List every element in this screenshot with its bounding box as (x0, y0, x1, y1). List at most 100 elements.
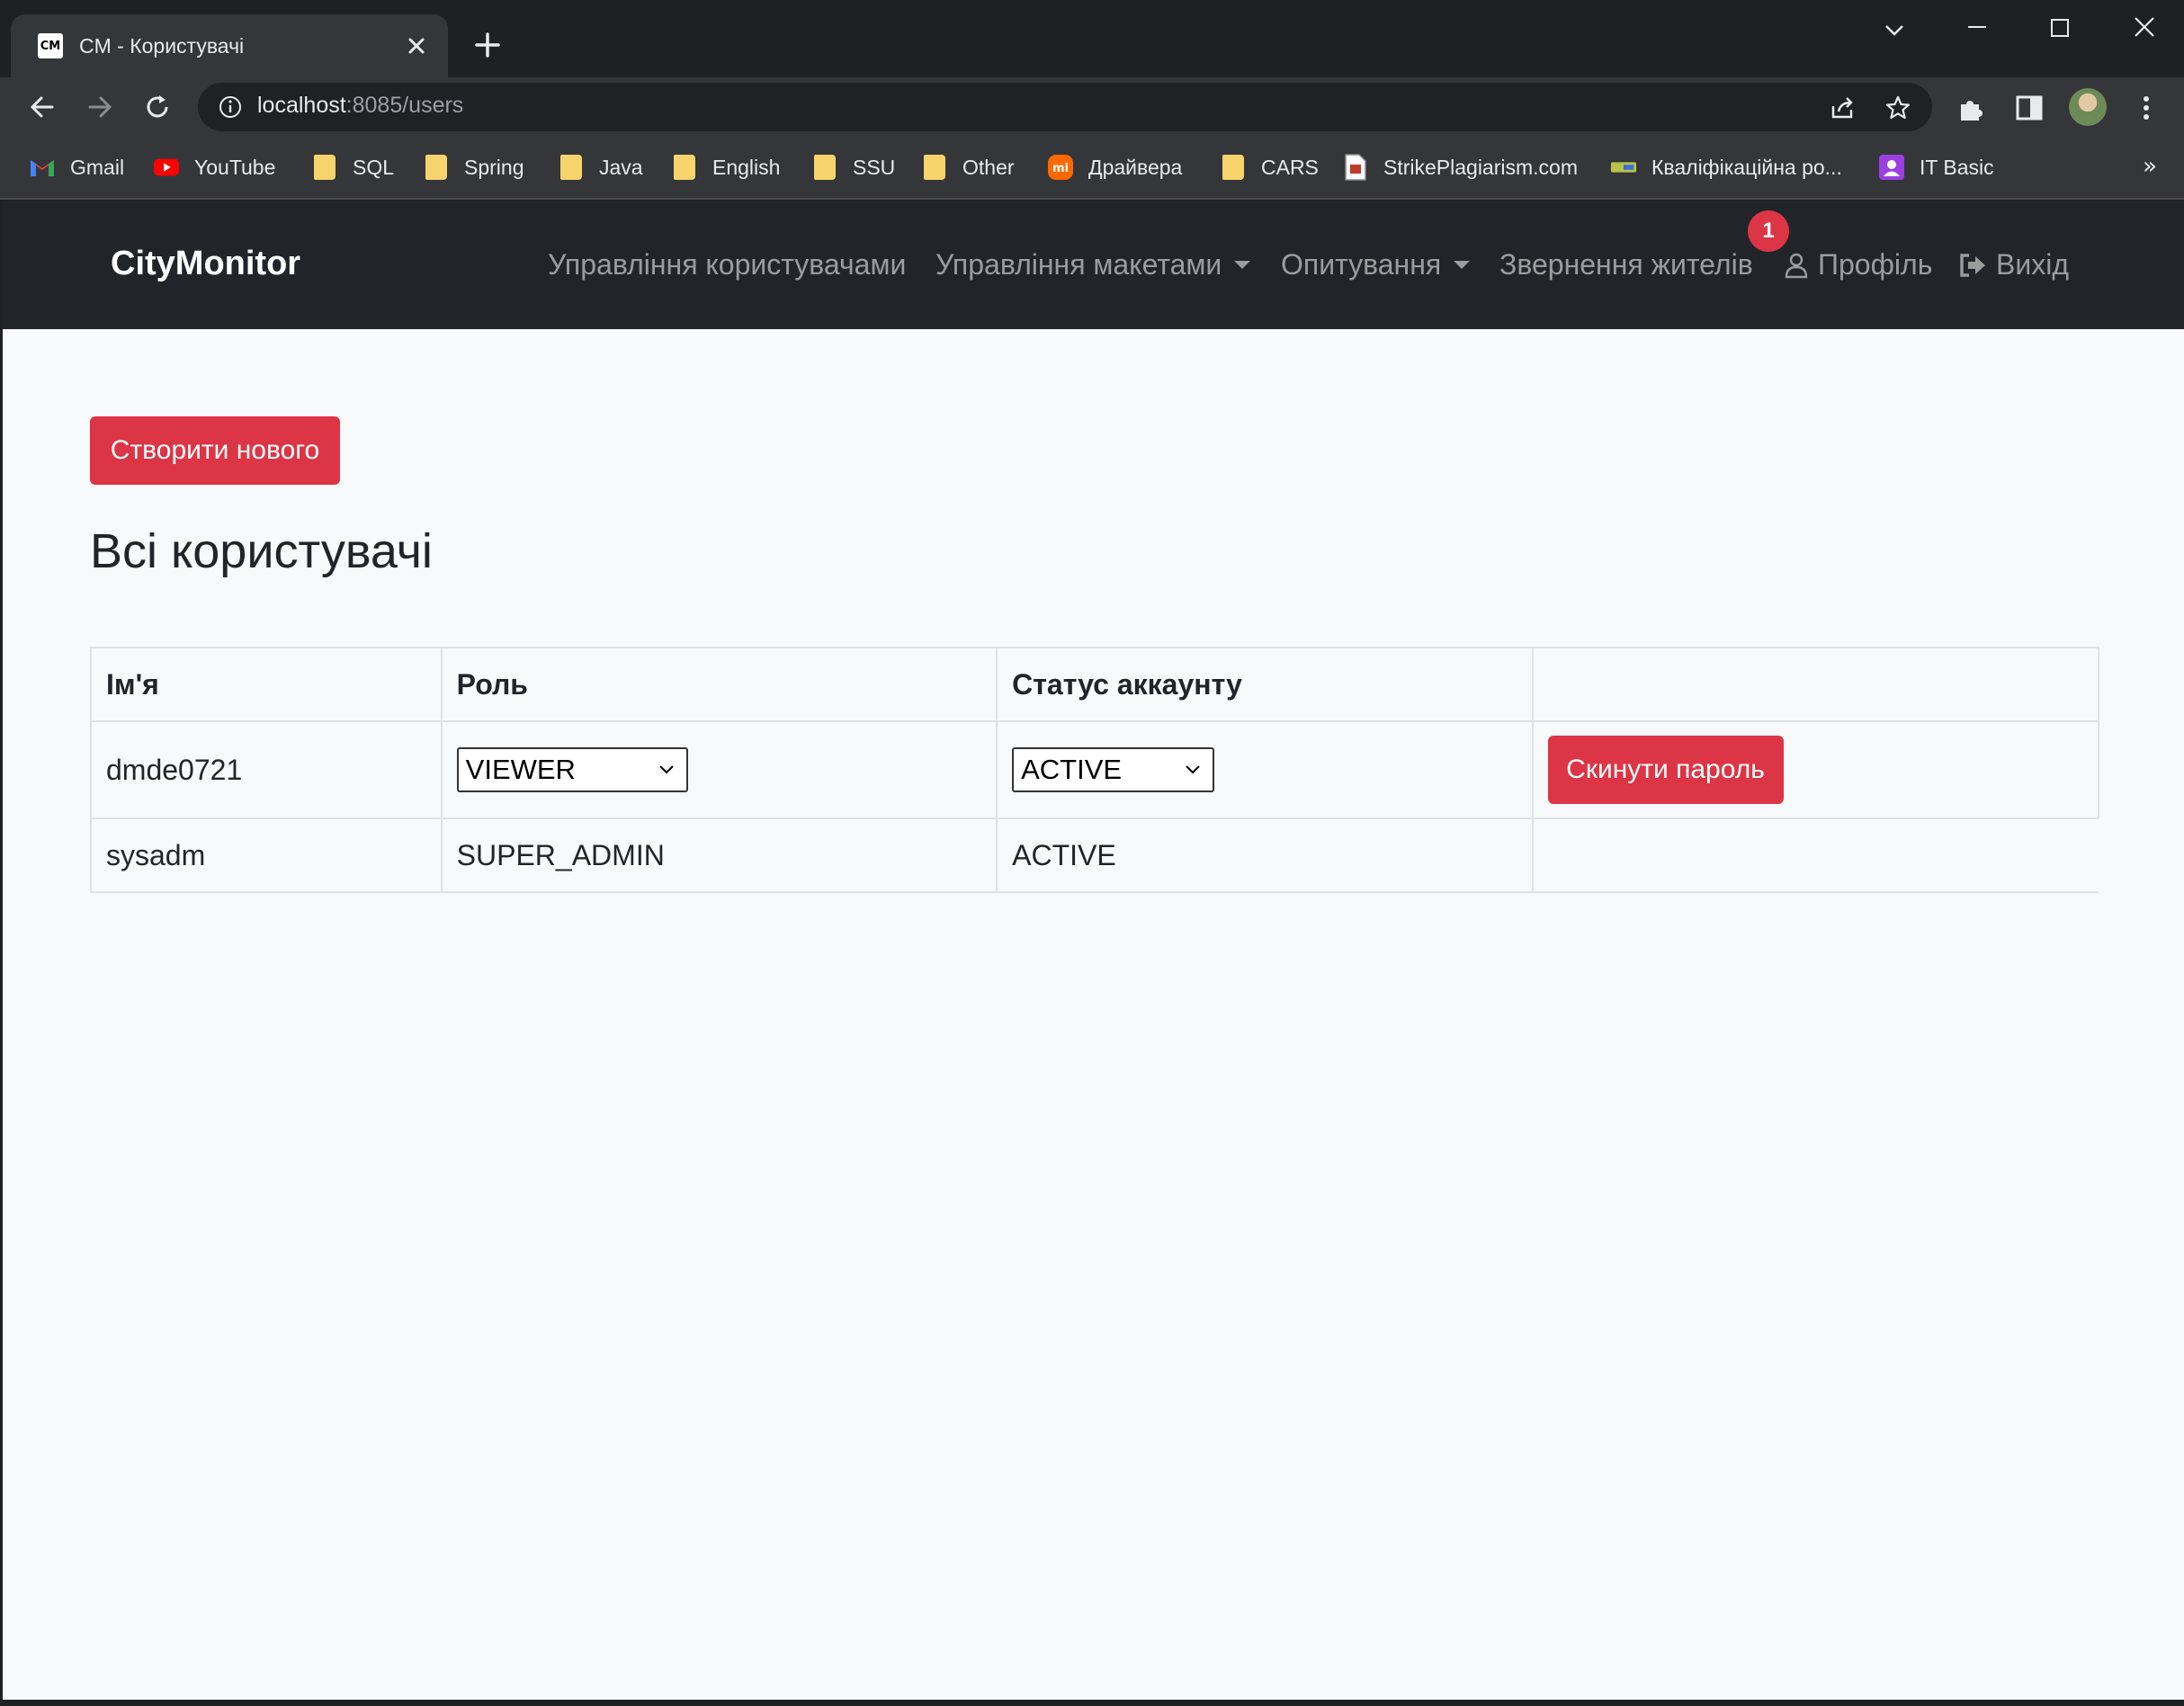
person-icon (1785, 253, 1808, 278)
status-select[interactable]: ACTIVE (1012, 747, 1215, 792)
bookmark-label: Other (962, 155, 1015, 179)
profile-avatar[interactable] (2069, 88, 2107, 126)
user-actions-cell (1531, 817, 2099, 893)
chevron-down-icon (1186, 765, 1200, 774)
notification-badge: 1 (1748, 210, 1789, 252)
user-actions-cell: Скинути пароль (1531, 720, 2100, 819)
bookmark-label: CARS (1261, 155, 1319, 179)
brand-logo[interactable]: CityMonitor (111, 245, 300, 283)
bookmark-spring[interactable]: Spring (423, 151, 524, 183)
close-window-icon[interactable] (2126, 13, 2162, 49)
column-header-name: Ім'я (90, 647, 443, 722)
tab-search-icon[interactable] (1876, 13, 1912, 49)
bookmarks-overflow-icon[interactable]: » (2143, 153, 2157, 180)
user-role-cell: SUPER_ADMIN (440, 817, 998, 893)
forward-icon[interactable] (83, 90, 117, 124)
youtube-icon (153, 155, 180, 180)
bookmark-it-basic[interactable]: IT Basic (1878, 151, 1994, 183)
bookmark-gmail[interactable]: Gmail (29, 151, 124, 183)
browser-tab[interactable]: CM CM - Користувачі (11, 14, 448, 77)
folder-icon (311, 155, 338, 180)
bookmark-label: Spring (464, 155, 524, 179)
bookmark-drivers[interactable]: mi Драйвера (1047, 151, 1182, 183)
chevron-down-icon (658, 765, 674, 774)
maximize-icon[interactable] (2042, 13, 2078, 49)
reset-password-button[interactable]: Скинути пароль (1547, 736, 1784, 804)
create-user-button[interactable]: Створити нового (90, 416, 340, 485)
site-info-icon[interactable] (218, 94, 243, 120)
card-icon (1610, 155, 1637, 180)
bookmark-strikeplagiarism[interactable]: StrikePlagiarism.com (1342, 151, 1578, 183)
role-select-value: VIEWER (465, 754, 576, 785)
folder-icon (423, 155, 450, 180)
users-table: Ім'я Роль Статус аккаунту dmde0721 VIEWE… (90, 647, 2100, 893)
url-host: localhost (257, 93, 346, 118)
user-name-cell: dmde0721 (90, 720, 443, 819)
url-path: :8085/users (345, 93, 464, 118)
folder-icon (671, 155, 698, 180)
menu-kebab-icon[interactable] (2130, 92, 2162, 124)
status-select-value: ACTIVE (1021, 754, 1123, 785)
nav-label: Управління користувачами (548, 248, 907, 281)
tab-close-icon[interactable] (403, 32, 430, 59)
role-select[interactable]: VIEWER (456, 747, 688, 792)
side-panel-icon[interactable] (2013, 92, 2045, 124)
bookmark-label: SSU (853, 155, 896, 179)
bookmark-youtube[interactable]: YouTube (153, 151, 275, 183)
user-card-icon (1878, 155, 1905, 180)
bookmark-label: Кваліфікаційна ро... (1651, 155, 1842, 179)
bookmark-sql[interactable]: SQL (311, 151, 394, 183)
address-bar[interactable]: localhost:8085/users (198, 83, 1932, 131)
bookmark-label: Gmail (70, 155, 125, 179)
nav-citizen-requests[interactable]: Звернення жителів (1499, 248, 1753, 281)
page-title: Всі користувачі (90, 524, 433, 578)
site-navbar: CityMonitor Управління користувачами Упр… (3, 200, 2184, 329)
bookmark-label: Драйвера (1088, 155, 1183, 179)
user-status-cell: ACTIVE (996, 817, 1534, 893)
document-icon (1342, 154, 1369, 181)
minimize-icon[interactable] (1959, 13, 1995, 49)
sign-out-icon (1960, 253, 1985, 277)
nav-logout[interactable]: Вихід (1958, 248, 2069, 281)
bookmark-ssu[interactable]: SSU (811, 151, 895, 183)
bookmark-java[interactable]: Java (558, 151, 643, 183)
reload-icon[interactable] (140, 90, 175, 124)
bookmark-star-icon[interactable] (1884, 94, 1912, 122)
bookmarks-bar: Gmail YouTube SQL Spring Java English SS… (0, 137, 2184, 200)
bookmark-label: StrikePlagiarism.com (1383, 155, 1578, 179)
new-tab-icon[interactable] (471, 29, 504, 61)
bookmark-qualification[interactable]: Кваліфікаційна ро... (1610, 151, 1842, 183)
bookmark-english[interactable]: English (671, 151, 780, 183)
column-header-role: Роль (440, 647, 998, 722)
caret-down-icon (1454, 261, 1471, 269)
url-text: localhost:8085/users (257, 93, 463, 119)
nav-label: Опитування (1281, 248, 1442, 281)
nav-surveys-dropdown[interactable]: Опитування (1281, 248, 1471, 281)
folder-icon (921, 155, 948, 180)
folder-icon (558, 155, 585, 180)
web-page: CityMonitor Управління користувачами Упр… (3, 200, 2184, 1700)
bookmark-label: SQL (353, 155, 395, 179)
bookmark-other[interactable]: Other (921, 151, 1015, 183)
nav-profile[interactable]: Профіль (1784, 248, 1932, 281)
gmail-icon (29, 155, 56, 180)
user-name-cell: sysadm (90, 817, 443, 893)
nav-label: Профіль (1818, 248, 1933, 281)
table-row: sysadm SUPER_ADMIN ACTIVE (90, 817, 2099, 893)
browser-tabstrip: CM CM - Користувачі (0, 0, 2184, 77)
folder-icon (811, 155, 838, 180)
column-header-status: Статус аккаунту (996, 647, 1534, 722)
back-icon[interactable] (25, 90, 59, 124)
table-header-row: Ім'я Роль Статус аккаунту (90, 647, 2100, 722)
mi-icon: mi (1047, 155, 1074, 180)
bookmark-cars[interactable]: CARS (1220, 151, 1319, 183)
tab-title: CM - Користувачі (79, 33, 245, 58)
column-header-actions (1531, 647, 2100, 722)
extensions-icon[interactable] (1956, 92, 1988, 124)
nav-user-management[interactable]: Управління користувачами (548, 248, 906, 281)
share-icon[interactable] (1828, 94, 1857, 122)
nav-label: Вихід (1996, 248, 2069, 281)
user-status-cell: ACTIVE (996, 720, 1534, 819)
svg-text:mi: mi (1052, 162, 1069, 175)
nav-layout-management-dropdown[interactable]: Управління макетами (935, 248, 1251, 281)
